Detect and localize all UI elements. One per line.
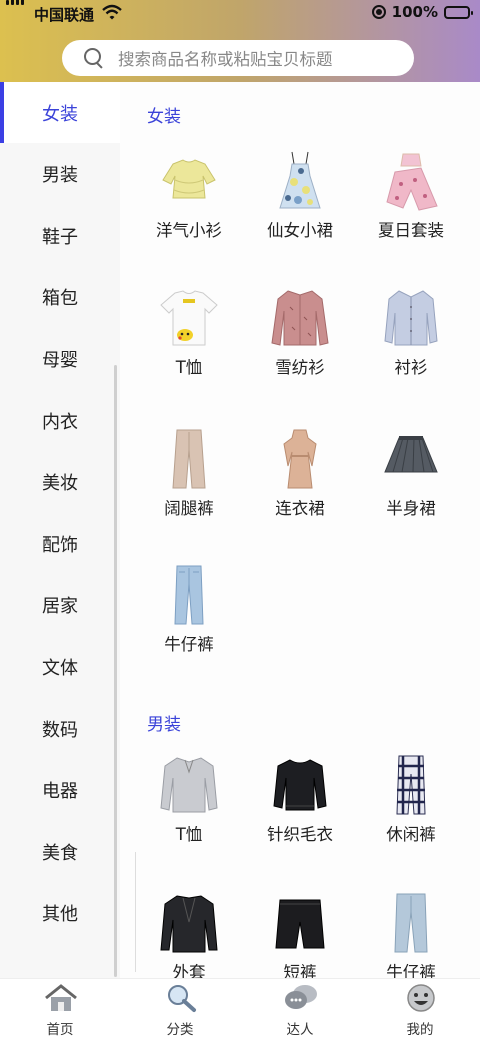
- category-content: 女装 洋气小衫 仙女小裙 夏日套装 T恤 雪纺衫 衬衫 阔腿裤 连衣裙 半身裙 牛仔裤 男装 T恤 针织毛…: [120, 82, 480, 978]
- sidebar-item[interactable]: 箱包: [0, 267, 120, 328]
- sidebar-item-label: 其他: [42, 904, 78, 926]
- tab-0[interactable]: 首页: [0, 979, 120, 1040]
- sidebar-item[interactable]: 美妆: [0, 452, 120, 513]
- magnifier-icon: [164, 983, 198, 1013]
- sidebar-item-label: 电器: [42, 781, 78, 803]
- tab-label: 分类: [166, 1022, 194, 1038]
- search-placeholder[interactable]: 搜索商品名称或粘贴宝贝标题: [118, 46, 333, 70]
- category-item-label: 衬衫: [394, 358, 428, 377]
- sidebar-item-label: 配饰: [42, 534, 78, 556]
- category-item-label: 针织毛衣: [267, 825, 333, 844]
- category-item-label: T恤: [175, 358, 203, 377]
- search-bar[interactable]: 搜索商品名称或粘贴宝贝标题: [62, 40, 414, 76]
- jeans-icon: [159, 564, 219, 626]
- home-icon: [44, 983, 78, 1013]
- status-right: 100%: [371, 3, 473, 21]
- category-sidebar: 女装男装鞋子箱包母婴内衣美妆配饰居家文体数码电器美食其他: [0, 82, 120, 978]
- status-bar: 中国联通 100%: [0, 0, 480, 26]
- divider: [135, 852, 136, 972]
- sidebar-item-label: 美妆: [42, 473, 78, 495]
- tab-3[interactable]: 我的: [360, 979, 480, 1040]
- category-item-label: T恤: [175, 825, 203, 844]
- sidebar-item-label: 女装: [42, 103, 78, 125]
- knit-dress-icon: [270, 428, 330, 490]
- chat-bubbles-icon: [284, 983, 318, 1013]
- battery-icon: [444, 5, 473, 19]
- shirt-icon: [381, 287, 441, 349]
- pleated-skirt-icon: [381, 428, 441, 490]
- summer-set-icon: [381, 150, 441, 212]
- sidebar-item-label: 鞋子: [42, 226, 78, 248]
- category-item-label: 休闲裤: [386, 825, 436, 844]
- sidebar-item-label: 数码: [42, 719, 78, 741]
- sidebar-item[interactable]: 文体: [0, 636, 120, 697]
- sidebar-item[interactable]: 电器: [0, 760, 120, 821]
- section-title: 男装: [147, 715, 181, 735]
- category-item-label: 雪纺衫: [275, 358, 325, 377]
- category-item-label: 连衣裙: [275, 499, 325, 518]
- sidebar-item-label: 居家: [42, 596, 78, 618]
- sidebar-item-label: 母婴: [42, 349, 78, 371]
- smiley-icon: [404, 983, 438, 1013]
- sidebar-item[interactable]: 其他: [0, 883, 120, 944]
- tab-1[interactable]: 分类: [120, 979, 240, 1040]
- chiffon-shirt-icon: [270, 287, 330, 349]
- tab-label: 达人: [286, 1022, 314, 1038]
- tab-2[interactable]: 达人: [240, 979, 360, 1040]
- carrier-name: 中国联通: [34, 6, 95, 24]
- sidebar-scrollbar[interactable]: [114, 365, 117, 977]
- category-item-label: 牛仔裤: [164, 635, 214, 654]
- black-sweater-icon: [270, 754, 330, 816]
- category-item-label: 洋气小衫: [156, 221, 222, 240]
- category-item-label: 夏日套装: [378, 221, 444, 240]
- sidebar-item[interactable]: 鞋子: [0, 205, 120, 266]
- grey-polo-icon: [159, 754, 219, 816]
- blazer-icon: [159, 892, 219, 954]
- sidebar-item[interactable]: 居家: [0, 575, 120, 636]
- mens-jeans-icon: [381, 892, 441, 954]
- category-item-label: 短裤: [283, 963, 317, 978]
- plaid-pants-icon: [381, 754, 441, 816]
- category-item-label: 阔腿裤: [164, 499, 214, 518]
- sidebar-item-label: 男装: [42, 165, 78, 187]
- category-item-label: 牛仔裤: [386, 963, 436, 978]
- battery-percent: 100%: [391, 3, 438, 21]
- sidebar-item-label: 内衣: [42, 411, 78, 433]
- yellow-blouse-icon: [159, 150, 219, 212]
- white-tshirt-icon: [159, 287, 219, 349]
- category-item-label: 半身裙: [386, 499, 436, 518]
- wifi-icon: [102, 4, 122, 20]
- sidebar-item[interactable]: 女装: [0, 82, 120, 143]
- orientation-lock-icon: [371, 5, 386, 19]
- sidebar-item-label: 文体: [42, 657, 78, 679]
- sidebar-item[interactable]: 男装: [0, 144, 120, 205]
- sidebar-item[interactable]: 母婴: [0, 328, 120, 389]
- category-item-label: 外套: [172, 963, 206, 978]
- floral-dress-icon: [270, 150, 330, 212]
- sidebar-item[interactable]: 配饰: [0, 513, 120, 574]
- sidebar-item[interactable]: 美食: [0, 821, 120, 882]
- tab-label: 首页: [46, 1022, 74, 1038]
- bottom-tab-bar: 首页 分类 达人 我的: [0, 978, 480, 1040]
- sidebar-item[interactable]: 数码: [0, 698, 120, 759]
- search-icon: [84, 48, 104, 68]
- header: 中国联通 100% 搜索商品名称或粘贴宝贝标题: [0, 0, 480, 82]
- sidebar-item[interactable]: 内衣: [0, 390, 120, 451]
- sidebar-item-label: 美食: [42, 842, 78, 864]
- category-item-label: 仙女小裙: [267, 221, 333, 240]
- tab-label: 我的: [406, 1022, 434, 1038]
- section-title: 女装: [147, 107, 181, 127]
- sidebar-item-label: 箱包: [42, 288, 78, 310]
- wide-pants-icon: [159, 428, 219, 490]
- shorts-icon: [270, 892, 330, 954]
